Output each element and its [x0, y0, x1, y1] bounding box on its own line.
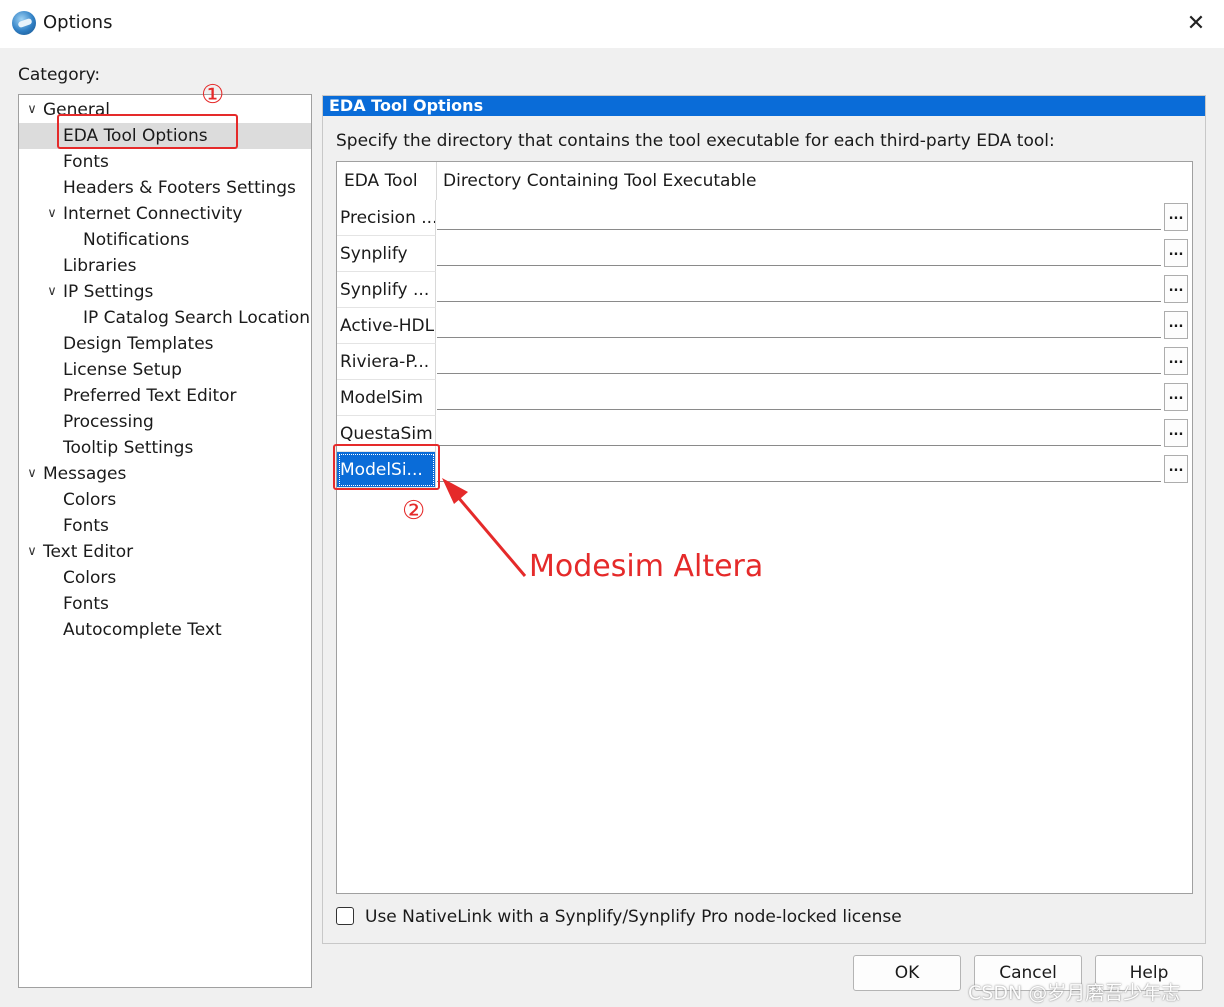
table-row: Synplify... — [337, 236, 1192, 272]
annotation-box-eda-tool-options — [57, 114, 238, 149]
browse-button[interactable]: ... — [1164, 383, 1188, 411]
tree-item-label: Design Templates — [63, 334, 214, 354]
tree-item[interactable]: Design Templates — [19, 331, 311, 357]
tree-item[interactable]: ∨ IP Settings — [19, 279, 311, 305]
tree-item[interactable]: Fonts — [19, 149, 311, 175]
ok-button[interactable]: OK — [853, 955, 961, 991]
chevron-down-icon[interactable]: ∨ — [23, 539, 41, 565]
instruction-text: Specify the directory that contains the … — [336, 131, 1055, 151]
tree-item[interactable]: Processing — [19, 409, 311, 435]
tree-item[interactable]: Fonts — [19, 591, 311, 617]
category-label: Category: — [18, 65, 101, 85]
table-row: Riviera-P...... — [337, 344, 1192, 380]
eda-tool-name[interactable]: Synplify — [337, 236, 436, 272]
column-header-eda-tool[interactable]: EDA Tool — [344, 162, 418, 200]
annotation-step-2: ② — [402, 496, 426, 526]
tree-item-label: Colors — [63, 490, 117, 510]
table-row: Active-HDL... — [337, 308, 1192, 344]
eda-tool-name[interactable]: Precision ... — [337, 200, 436, 236]
tool-directory-input[interactable] — [437, 346, 1161, 374]
tree-item[interactable]: IP Catalog Search Locations — [19, 305, 311, 331]
column-divider — [436, 162, 437, 200]
tree-item[interactable]: Colors — [19, 487, 311, 513]
tree-item[interactable]: ∨ Messages — [19, 461, 311, 487]
browse-button[interactable]: ... — [1164, 455, 1188, 483]
tree-item-label: Autocomplete Text — [63, 620, 222, 640]
table-row: ModelSim... — [337, 380, 1192, 416]
close-button[interactable]: ✕ — [1172, 6, 1220, 42]
eda-tool-name[interactable]: Synplify ... — [337, 272, 436, 308]
window-title: Options — [43, 12, 113, 33]
table-row: Synplify ...... — [337, 272, 1192, 308]
tree-item[interactable]: Headers & Footers Settings — [19, 175, 311, 201]
table-row: Precision ...... — [337, 200, 1192, 236]
tool-directory-input[interactable] — [437, 418, 1161, 446]
browse-button[interactable]: ... — [1164, 275, 1188, 303]
tree-item[interactable]: Preferred Text Editor — [19, 383, 311, 409]
tree-item-label: Headers & Footers Settings — [63, 178, 296, 198]
app-icon — [12, 11, 36, 35]
tree-item-label: Notifications — [83, 230, 190, 250]
tree-item-label: Processing — [63, 412, 154, 432]
eda-tool-name[interactable]: Active-HDL — [337, 308, 436, 344]
tool-directory-input[interactable] — [437, 454, 1161, 482]
category-tree[interactable]: ∨ General EDA Tool Options Fonts Headers & F… — [18, 94, 312, 988]
tree-item[interactable]: Libraries — [19, 253, 311, 279]
tree-item-label: IP Settings — [63, 282, 154, 302]
browse-button[interactable]: ... — [1164, 239, 1188, 267]
browse-button[interactable]: ... — [1164, 203, 1188, 231]
tree-item[interactable]: Colors — [19, 565, 311, 591]
tree-item-label: Internet Connectivity — [63, 204, 243, 224]
tree-item-label: Fonts — [63, 152, 109, 172]
tree-item[interactable]: Notifications — [19, 227, 311, 253]
nativelink-label: Use NativeLink with a Synplify/Synplify … — [365, 907, 902, 927]
annotation-note: Modesim Altera — [529, 549, 764, 584]
tree-item-label: Preferred Text Editor — [63, 386, 237, 406]
tree-item[interactable]: Tooltip Settings — [19, 435, 311, 461]
tree-item-label: License Setup — [63, 360, 182, 380]
tree-item-label: Fonts — [63, 594, 109, 614]
eda-tool-name[interactable]: ModelSim — [337, 380, 436, 416]
tree-item-label: Fonts — [63, 516, 109, 536]
tree-item[interactable]: ∨ Text Editor — [19, 539, 311, 565]
watermark: CSDN @岁月磨吾少年志 — [968, 982, 1181, 1004]
tree-item-label: Messages — [43, 464, 127, 484]
tool-directory-input[interactable] — [437, 202, 1161, 230]
tree-item[interactable]: Autocomplete Text — [19, 617, 311, 643]
tree-item[interactable]: Fonts — [19, 513, 311, 539]
chevron-down-icon[interactable]: ∨ — [43, 279, 61, 305]
browse-button[interactable]: ... — [1164, 311, 1188, 339]
tree-item-label: Tooltip Settings — [63, 438, 194, 458]
chevron-down-icon[interactable]: ∨ — [43, 201, 61, 227]
annotation-box-modelsim-altera — [333, 444, 440, 490]
chevron-down-icon[interactable]: ∨ — [23, 461, 41, 487]
panel-header: EDA Tool Options — [323, 96, 1205, 116]
tree-item-label: Colors — [63, 568, 117, 588]
browse-button[interactable]: ... — [1164, 419, 1188, 447]
chevron-down-icon[interactable]: ∨ — [23, 97, 41, 123]
browse-button[interactable]: ... — [1164, 347, 1188, 375]
eda-tool-name[interactable]: Riviera-P... — [337, 344, 436, 380]
tree-item[interactable]: License Setup — [19, 357, 311, 383]
table-row: QuestaSim... — [337, 416, 1192, 452]
tool-directory-input[interactable] — [437, 238, 1161, 266]
tree-item-label: Text Editor — [43, 542, 134, 562]
title-bar: Options ✕ — [0, 0, 1224, 48]
annotation-arrow — [442, 478, 527, 577]
annotation-step-1: ① — [201, 80, 225, 110]
tree-item[interactable]: ∨ Internet Connectivity — [19, 201, 311, 227]
tool-directory-input[interactable] — [437, 274, 1161, 302]
tree-item-label: Libraries — [63, 256, 137, 276]
column-header-directory[interactable]: Directory Containing Tool Executable — [443, 162, 756, 200]
nativelink-checkbox[interactable] — [336, 907, 354, 925]
tree-item-label: IP Catalog Search Locations — [83, 308, 312, 328]
tool-directory-input[interactable] — [437, 382, 1161, 410]
tool-directory-input[interactable] — [437, 310, 1161, 338]
